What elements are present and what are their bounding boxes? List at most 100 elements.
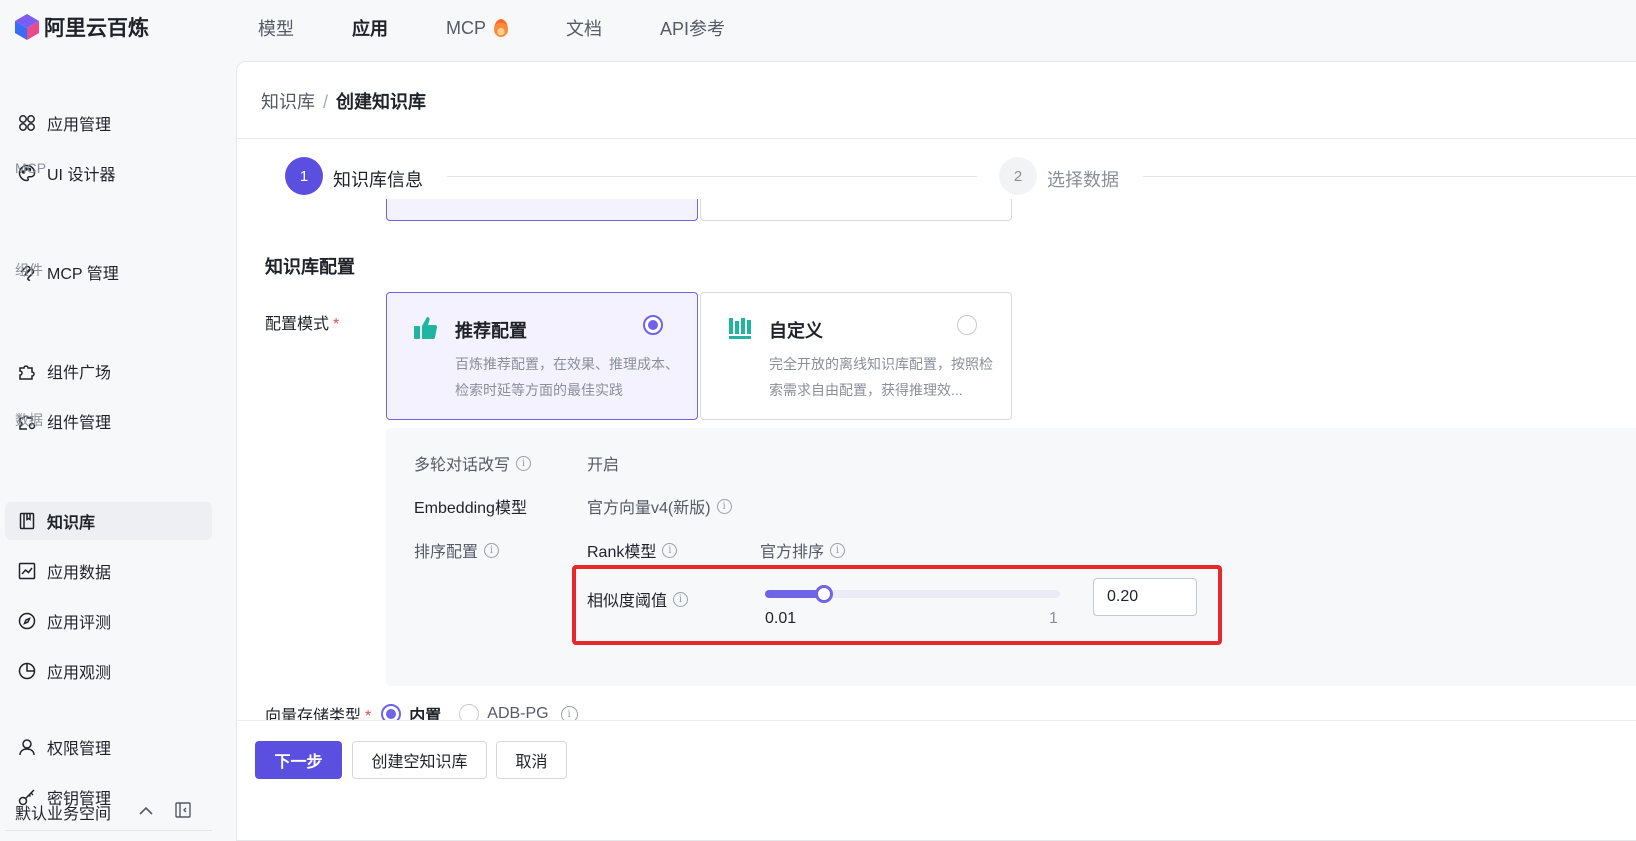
top-bar: 阿里云百炼 模型 应用 MCP 文档 API参考 xyxy=(0,0,1636,56)
rank-model-label: Rank模型 i xyxy=(587,538,678,562)
nav-model[interactable]: 模型 xyxy=(258,15,294,41)
nav-label: API参考 xyxy=(660,19,726,39)
cancel-button[interactable]: 取消 xyxy=(496,741,567,779)
fire-icon xyxy=(494,19,508,37)
sidebar-item-label: UI 设计器 xyxy=(47,167,116,184)
brand-name: 阿里云百炼 xyxy=(44,17,149,40)
info-icon[interactable]: i xyxy=(516,455,532,471)
sidebar-item-knowledge-base[interactable]: 知识库 xyxy=(5,502,212,540)
config-card-radio[interactable] xyxy=(957,315,977,335)
pie-icon xyxy=(17,661,37,681)
step-connector xyxy=(1143,176,1636,177)
collapse-sidebar-icon[interactable] xyxy=(175,801,191,823)
nav-label: 应用 xyxy=(352,19,388,39)
config-details-panel xyxy=(386,428,1636,686)
config-card-desc: 百炼推荐配置，在效果、推理成本、检索时延等方面的最佳实践 xyxy=(455,356,679,398)
sidebar-item-app-observe[interactable]: 应用观测 xyxy=(5,652,212,690)
config-card-title: 自定义 xyxy=(769,321,823,341)
sidebar-item-label: 应用管理 xyxy=(47,117,112,134)
embedding-value-text: 官方向量v4(新版) xyxy=(587,500,711,517)
rank-config-label: 排序配置 i xyxy=(414,538,500,562)
nav-label: 文档 xyxy=(566,19,602,39)
config-card-custom[interactable]: 自定义 完全开放的离线知识库配置，按照检索需求自由配置，获得推理效... xyxy=(700,292,1012,420)
config-mode-text: 配置模式 xyxy=(265,316,330,333)
nav-docs[interactable]: 文档 xyxy=(566,15,602,41)
apps-icon xyxy=(17,113,37,133)
user-icon xyxy=(17,737,37,757)
info-icon[interactable]: i xyxy=(716,498,732,514)
breadcrumb-current: 创建知识库 xyxy=(336,92,427,112)
multi-turn-label: 多轮对话改写 i xyxy=(414,451,532,475)
nav-label: MCP xyxy=(446,17,486,38)
similarity-input[interactable]: 0.20 xyxy=(1093,578,1197,616)
sidebar-item-label: 应用数据 xyxy=(47,565,112,582)
puzzle-icon xyxy=(17,361,37,381)
step-connector xyxy=(447,176,977,177)
scrolled-card-fragment xyxy=(386,199,698,221)
rank-config-text: 排序配置 xyxy=(414,544,479,561)
similarity-label: 相似度阈值 i xyxy=(587,587,689,611)
sidebar-item-component-plaza[interactable]: 组件广场 xyxy=(5,352,212,390)
compass-icon xyxy=(17,611,37,631)
info-icon[interactable]: i xyxy=(484,542,500,558)
header-divider xyxy=(237,138,1636,139)
sidebar-item-app-data[interactable]: 应用数据 xyxy=(5,552,212,590)
nav-api[interactable]: API参考 xyxy=(660,15,725,41)
slider-handle[interactable] xyxy=(815,585,833,603)
library-icon xyxy=(727,315,753,341)
step-1-circle: 1 xyxy=(285,157,323,195)
config-card-radio[interactable] xyxy=(643,315,663,335)
sidebar-item-label: 应用评测 xyxy=(47,615,112,632)
breadcrumb-root[interactable]: 知识库 xyxy=(261,92,315,112)
next-button[interactable]: 下一步 xyxy=(255,741,342,779)
sidebar-item-label: 组件广场 xyxy=(47,365,112,382)
embedding-value: 官方向量v4(新版) i xyxy=(587,494,732,518)
sidebar-item-label: 知识库 xyxy=(47,515,96,532)
slider-max: 1 xyxy=(1049,610,1058,627)
config-card-recommended[interactable]: 推荐配置 百炼推荐配置，在效果、推理成本、检索时延等方面的最佳实践 xyxy=(386,292,698,420)
step-2-circle: 2 xyxy=(999,157,1037,195)
thumbs-up-icon xyxy=(413,315,439,341)
group-components: 组件 xyxy=(15,262,43,278)
group-data: 数据 xyxy=(15,412,43,428)
sidebar-item-label: 组件管理 xyxy=(47,415,112,432)
breadcrumb-separator: / xyxy=(323,92,329,112)
sidebar-item-permissions[interactable]: 权限管理 xyxy=(5,728,212,766)
scrolled-card-fragment xyxy=(700,199,1012,221)
chart-icon xyxy=(17,561,37,581)
slider-min: 0.01 xyxy=(765,610,797,627)
nav-label: 模型 xyxy=(258,19,294,39)
required-mark: * xyxy=(333,316,340,333)
config-card-desc: 完全开放的离线知识库配置，按照检索需求自由配置，获得推理效... xyxy=(769,356,993,398)
workspace-name: 默认业务空间 xyxy=(15,806,112,823)
rank-model-text: Rank模型 xyxy=(587,544,657,561)
logo-icon xyxy=(14,13,40,41)
sidebar-item-label: MCP 管理 xyxy=(47,266,119,283)
info-icon[interactable]: i xyxy=(673,591,689,607)
info-icon[interactable]: i xyxy=(830,542,846,558)
chevron-up-icon xyxy=(139,803,153,821)
embedding-label: Embedding模型 xyxy=(414,494,527,518)
sidebar-item-app-management[interactable]: 应用管理 xyxy=(5,104,212,142)
create-empty-kb-button[interactable]: 创建空知识库 xyxy=(352,741,487,779)
breadcrumb: 知识库 / 创建知识库 xyxy=(261,88,426,114)
embedding-text: Embedding模型 xyxy=(414,500,527,517)
sidebar: 应用管理 UI 设计器 MCP MCP 管理 组件 组件广场 组件管理 数据 知… xyxy=(0,56,218,831)
group-mcp: MCP xyxy=(15,160,47,176)
workspace-switcher[interactable]: 默认业务空间 xyxy=(15,800,210,824)
multi-turn-text: 多轮对话改写 xyxy=(414,457,511,474)
multi-turn-value: 开启 xyxy=(587,457,620,474)
main-panel: 知识库 / 创建知识库 1 知识库信息 2 选择数据 知识库配置 配置模式 * 推荐配… xyxy=(236,61,1636,841)
rank-model-value: 官方排序 i xyxy=(760,538,846,562)
similarity-slider[interactable] xyxy=(765,585,1060,603)
step-2-label: 选择数据 xyxy=(1047,170,1119,190)
nav-app[interactable]: 应用 xyxy=(352,15,388,41)
sidebar-item-app-evaluation[interactable]: 应用评测 xyxy=(5,602,212,640)
top-nav: 模型 应用 MCP 文档 API参考 xyxy=(258,15,783,41)
sidebar-item-label: 权限管理 xyxy=(47,741,112,758)
config-card-title: 推荐配置 xyxy=(455,321,527,341)
step-1-label: 知识库信息 xyxy=(333,170,423,190)
brand-logo[interactable]: 阿里云百炼 xyxy=(14,12,149,42)
info-icon[interactable]: i xyxy=(662,542,678,558)
nav-mcp[interactable]: MCP xyxy=(446,15,508,41)
